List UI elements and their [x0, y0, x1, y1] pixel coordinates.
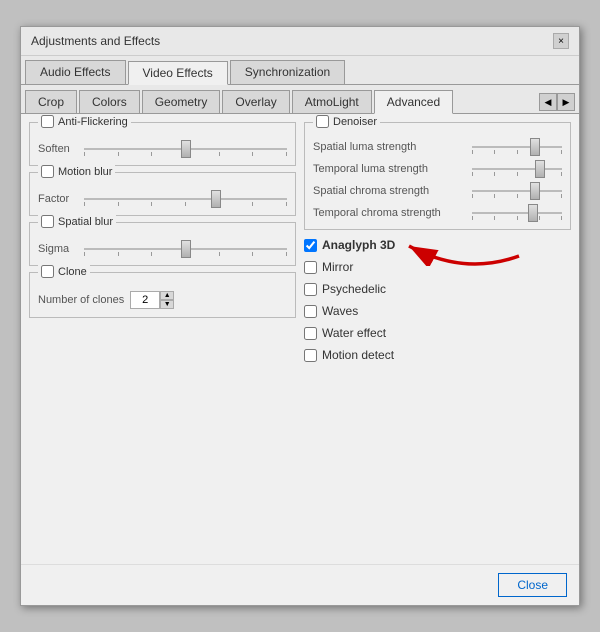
motion-blur-title: Motion blur: [38, 165, 115, 178]
footer: Close: [21, 564, 579, 605]
factor-slider[interactable]: [84, 191, 287, 207]
tab-nav-arrows: ◀ ▶: [539, 93, 575, 111]
tab-crop[interactable]: Crop: [25, 90, 77, 113]
close-button[interactable]: Close: [498, 573, 567, 597]
motion-blur-group: Motion blur Factor: [29, 172, 296, 216]
water-effect-checkbox[interactable]: [304, 327, 317, 340]
left-panel: Anti-Flickering Soften: [29, 122, 296, 556]
tab-nav-left[interactable]: ◀: [539, 93, 557, 111]
water-effect-item: Water effect: [304, 324, 571, 342]
clone-count-input-group: ▲ ▼: [130, 291, 174, 309]
title-bar-close-button[interactable]: ×: [553, 33, 569, 49]
tab-nav-right[interactable]: ▶: [557, 93, 575, 111]
denoiser-group: Denoiser Spatial luma strength: [304, 122, 571, 230]
anti-flickering-title: Anti-Flickering: [38, 115, 131, 128]
waves-checkbox[interactable]: [304, 305, 317, 318]
anaglyph-row: Anaglyph 3D: [304, 236, 571, 254]
main-tab-bar: Audio Effects Video Effects Synchronizat…: [21, 56, 579, 85]
psychedelic-item: Psychedelic: [304, 280, 571, 298]
psychedelic-label: Psychedelic: [322, 282, 386, 296]
denoiser-row-temporal-luma: Temporal luma strength: [313, 161, 562, 177]
anaglyph-3d-label: Anaglyph 3D: [322, 238, 395, 252]
sigma-slider[interactable]: [84, 241, 287, 257]
tab-atmolight[interactable]: AtmoLight: [292, 90, 372, 113]
spatial-luma-slider[interactable]: [472, 139, 562, 155]
sigma-label: Sigma: [38, 243, 78, 255]
motion-blur-checkbox[interactable]: [41, 165, 54, 178]
clone-group: Clone Number of clones ▲ ▼: [29, 272, 296, 318]
motion-detect-label: Motion detect: [322, 348, 394, 362]
anaglyph-3d-checkbox[interactable]: [304, 239, 317, 252]
num-clones-label: Number of clones: [38, 294, 124, 306]
title-bar: Adjustments and Effects ×: [21, 27, 579, 56]
mirror-checkbox[interactable]: [304, 261, 317, 274]
water-effect-label: Water effect: [322, 326, 386, 340]
spatial-chroma-label: Spatial chroma strength: [313, 185, 468, 197]
temporal-chroma-label: Temporal chroma strength: [313, 207, 468, 219]
clone-title: Clone: [38, 265, 90, 278]
denoiser-rows: Spatial luma strength: [313, 139, 562, 221]
tab-geometry[interactable]: Geometry: [142, 90, 221, 113]
mirror-label: Mirror: [322, 260, 353, 274]
soften-slider[interactable]: [84, 141, 287, 157]
tab-audio-effects[interactable]: Audio Effects: [25, 60, 126, 84]
waves-label: Waves: [322, 304, 358, 318]
spatial-blur-group: Spatial blur Sigma: [29, 222, 296, 266]
temporal-chroma-slider[interactable]: [472, 205, 562, 221]
motion-detect-item: Motion detect: [304, 346, 571, 364]
adjustments-effects-dialog: Adjustments and Effects × Audio Effects …: [20, 26, 580, 606]
denoiser-row-spatial-luma: Spatial luma strength: [313, 139, 562, 155]
tab-synchronization[interactable]: Synchronization: [230, 60, 345, 84]
temporal-luma-label: Temporal luma strength: [313, 163, 468, 175]
motion-detect-checkbox[interactable]: [304, 349, 317, 362]
psychedelic-checkbox[interactable]: [304, 283, 317, 296]
sub-tab-bar: Crop Colors Geometry Overlay AtmoLight A…: [21, 85, 579, 114]
spatial-luma-label: Spatial luma strength: [313, 141, 468, 153]
waves-item: Waves: [304, 302, 571, 320]
clone-count-input[interactable]: [130, 291, 160, 309]
clone-count-spinner: ▲ ▼: [160, 291, 174, 309]
spatial-blur-title: Spatial blur: [38, 215, 116, 228]
anaglyph-3d-item: Anaglyph 3D: [304, 236, 395, 254]
spatial-chroma-slider[interactable]: [472, 183, 562, 199]
effects-list: Anaglyph 3D Mirror: [304, 236, 571, 364]
denoiser-row-temporal-chroma: Temporal chroma strength: [313, 205, 562, 221]
soften-label: Soften: [38, 143, 78, 155]
clone-count-down[interactable]: ▼: [160, 300, 174, 309]
tab-video-effects[interactable]: Video Effects: [128, 61, 228, 85]
tab-colors[interactable]: Colors: [79, 90, 140, 113]
temporal-luma-slider[interactable]: [472, 161, 562, 177]
denoiser-checkbox[interactable]: [316, 115, 329, 128]
anti-flickering-checkbox[interactable]: [41, 115, 54, 128]
factor-label: Factor: [38, 193, 78, 205]
tab-advanced[interactable]: Advanced: [374, 90, 453, 114]
clone-checkbox[interactable]: [41, 265, 54, 278]
right-panel: Denoiser Spatial luma strength: [304, 122, 571, 556]
dialog-title: Adjustments and Effects: [31, 34, 160, 48]
mirror-item: Mirror: [304, 258, 571, 276]
spatial-blur-checkbox[interactable]: [41, 215, 54, 228]
denoiser-title: Denoiser: [313, 115, 380, 128]
denoiser-row-spatial-chroma: Spatial chroma strength: [313, 183, 562, 199]
tab-overlay[interactable]: Overlay: [222, 90, 289, 113]
clone-count-up[interactable]: ▲: [160, 291, 174, 300]
anti-flickering-group: Anti-Flickering Soften: [29, 122, 296, 166]
content-area: Anti-Flickering Soften: [21, 114, 579, 564]
